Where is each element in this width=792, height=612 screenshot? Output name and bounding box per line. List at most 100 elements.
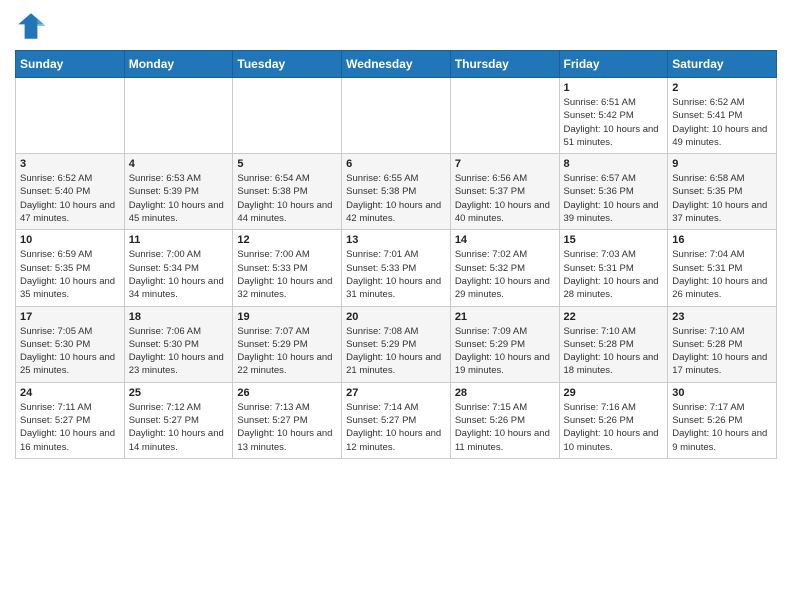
calendar-cell: 25Sunrise: 7:12 AMSunset: 5:27 PMDayligh… (124, 382, 233, 458)
day-info: Sunrise: 7:11 AMSunset: 5:27 PMDaylight:… (20, 401, 120, 454)
day-info: Sunrise: 7:05 AMSunset: 5:30 PMDaylight:… (20, 325, 120, 378)
day-number: 7 (455, 158, 555, 170)
calendar-table: SundayMondayTuesdayWednesdayThursdayFrid… (15, 50, 777, 459)
calendar-cell (16, 78, 125, 154)
calendar-cell: 26 Sunrise: 7:13 AMSunset: 5:27 PMDayligh… (233, 382, 342, 458)
day-info: Sunrise: 7:10 AMSunset: 5:28 PMDaylight:… (672, 325, 772, 378)
day-info: Sunrise: 6:52 AMSunset: 5:40 PMDaylight:… (20, 172, 120, 225)
calendar-cell: 8 Sunrise: 6:57 AMSunset: 5:36 PMDaylight… (559, 154, 668, 230)
calendar-cell: 16Sunrise: 7:04 AMSunset: 5:31 PMDayligh… (668, 230, 777, 306)
calendar-cell: 12 Sunrise: 7:00 AMSunset: 5:33 PMDayligh… (233, 230, 342, 306)
calendar-cell (342, 78, 451, 154)
day-number: 17 (20, 311, 120, 323)
day-number: 13 (346, 234, 446, 246)
calendar-cell: 2 Sunrise: 6:52 AMSunset: 5:41 PMDaylight… (668, 78, 777, 154)
day-number: 24 (20, 387, 120, 399)
day-info: Sunrise: 7:17 AMSunset: 5:26 PMDaylight:… (672, 401, 772, 454)
calendar-cell: 14 Sunrise: 7:02 AMSunset: 5:32 PMDayligh… (450, 230, 559, 306)
calendar-cell: 11 Sunrise: 7:00 AMSunset: 5:34 PMDayligh… (124, 230, 233, 306)
day-info: Sunrise: 6:54 AMSunset: 5:38 PMDaylight:… (237, 172, 337, 225)
day-number: 22 (564, 311, 664, 323)
day-number: 2 (672, 82, 772, 94)
day-number: 21 (455, 311, 555, 323)
day-number: 14 (455, 234, 555, 246)
day-number: 20 (346, 311, 446, 323)
header (15, 10, 777, 42)
weekday-header: Tuesday (233, 51, 342, 78)
day-info: Sunrise: 7:00 AMSunset: 5:33 PMDaylight:… (237, 248, 337, 301)
day-info: Sunrise: 7:15 AMSunset: 5:26 PMDaylight:… (455, 401, 555, 454)
day-number: 12 (237, 234, 337, 246)
calendar-cell: 7 Sunrise: 6:56 AMSunset: 5:37 PMDaylight… (450, 154, 559, 230)
day-info: Sunrise: 7:03 AMSunset: 5:31 PMDaylight:… (564, 248, 664, 301)
calendar-cell: 18Sunrise: 7:06 AMSunset: 5:30 PMDayligh… (124, 306, 233, 382)
logo-icon (15, 10, 47, 42)
calendar-cell: 3 Sunrise: 6:52 AMSunset: 5:40 PMDaylight… (16, 154, 125, 230)
calendar-header-row: SundayMondayTuesdayWednesdayThursdayFrid… (16, 51, 777, 78)
day-info: Sunrise: 7:04 AMSunset: 5:31 PMDaylight:… (672, 248, 772, 301)
day-number: 5 (237, 158, 337, 170)
weekday-header: Monday (124, 51, 233, 78)
day-number: 27 (346, 387, 446, 399)
day-number: 18 (129, 311, 229, 323)
day-number: 11 (129, 234, 229, 246)
calendar-cell: 28 Sunrise: 7:15 AMSunset: 5:26 PMDayligh… (450, 382, 559, 458)
day-info: Sunrise: 7:13 AMSunset: 5:27 PMDaylight:… (237, 401, 337, 454)
day-number: 6 (346, 158, 446, 170)
calendar-cell: 22 Sunrise: 7:10 AMSunset: 5:28 PMDayligh… (559, 306, 668, 382)
day-number: 28 (455, 387, 555, 399)
calendar-cell: 27 Sunrise: 7:14 AMSunset: 5:27 PMDayligh… (342, 382, 451, 458)
calendar-week-row: 1 Sunrise: 6:51 AMSunset: 5:42 PMDaylight… (16, 78, 777, 154)
day-number: 19 (237, 311, 337, 323)
day-info: Sunrise: 7:14 AMSunset: 5:27 PMDaylight:… (346, 401, 446, 454)
calendar-cell: 17 Sunrise: 7:05 AMSunset: 5:30 PMDayligh… (16, 306, 125, 382)
day-info: Sunrise: 7:10 AMSunset: 5:28 PMDaylight:… (564, 325, 664, 378)
day-info: Sunrise: 6:56 AMSunset: 5:37 PMDaylight:… (455, 172, 555, 225)
calendar-cell: 4Sunrise: 6:53 AMSunset: 5:39 PMDaylight… (124, 154, 233, 230)
day-number: 26 (237, 387, 337, 399)
day-info: Sunrise: 7:09 AMSunset: 5:29 PMDaylight:… (455, 325, 555, 378)
calendar-cell: 6 Sunrise: 6:55 AMSunset: 5:38 PMDaylight… (342, 154, 451, 230)
calendar-cell: 10Sunrise: 6:59 AMSunset: 5:35 PMDayligh… (16, 230, 125, 306)
calendar-cell (450, 78, 559, 154)
day-number: 9 (672, 158, 772, 170)
day-info: Sunrise: 6:53 AMSunset: 5:39 PMDaylight:… (129, 172, 229, 225)
day-number: 1 (564, 82, 664, 94)
day-info: Sunrise: 7:08 AMSunset: 5:29 PMDaylight:… (346, 325, 446, 378)
day-info: Sunrise: 7:02 AMSunset: 5:32 PMDaylight:… (455, 248, 555, 301)
calendar-week-row: 10Sunrise: 6:59 AMSunset: 5:35 PMDayligh… (16, 230, 777, 306)
day-info: Sunrise: 7:16 AMSunset: 5:26 PMDaylight:… (564, 401, 664, 454)
weekday-header: Friday (559, 51, 668, 78)
day-number: 30 (672, 387, 772, 399)
calendar-cell (124, 78, 233, 154)
day-number: 3 (20, 158, 120, 170)
weekday-header: Sunday (16, 51, 125, 78)
calendar-cell: 21 Sunrise: 7:09 AMSunset: 5:29 PMDayligh… (450, 306, 559, 382)
day-info: Sunrise: 7:07 AMSunset: 5:29 PMDaylight:… (237, 325, 337, 378)
calendar-cell: 5 Sunrise: 6:54 AMSunset: 5:38 PMDaylight… (233, 154, 342, 230)
day-number: 10 (20, 234, 120, 246)
weekday-header: Wednesday (342, 51, 451, 78)
page: SundayMondayTuesdayWednesdayThursdayFrid… (0, 0, 792, 469)
day-number: 25 (129, 387, 229, 399)
day-info: Sunrise: 7:00 AMSunset: 5:34 PMDaylight:… (129, 248, 229, 301)
day-number: 29 (564, 387, 664, 399)
day-number: 23 (672, 311, 772, 323)
calendar-cell: 20 Sunrise: 7:08 AMSunset: 5:29 PMDayligh… (342, 306, 451, 382)
day-number: 15 (564, 234, 664, 246)
calendar-cell: 19 Sunrise: 7:07 AMSunset: 5:29 PMDayligh… (233, 306, 342, 382)
day-info: Sunrise: 6:57 AMSunset: 5:36 PMDaylight:… (564, 172, 664, 225)
calendar-cell: 29 Sunrise: 7:16 AMSunset: 5:26 PMDayligh… (559, 382, 668, 458)
day-info: Sunrise: 6:51 AMSunset: 5:42 PMDaylight:… (564, 96, 664, 149)
calendar-cell: 1 Sunrise: 6:51 AMSunset: 5:42 PMDaylight… (559, 78, 668, 154)
calendar-week-row: 24 Sunrise: 7:11 AMSunset: 5:27 PMDayligh… (16, 382, 777, 458)
calendar-cell: 15 Sunrise: 7:03 AMSunset: 5:31 PMDayligh… (559, 230, 668, 306)
day-info: Sunrise: 6:55 AMSunset: 5:38 PMDaylight:… (346, 172, 446, 225)
weekday-header: Thursday (450, 51, 559, 78)
calendar-cell (233, 78, 342, 154)
day-info: Sunrise: 6:52 AMSunset: 5:41 PMDaylight:… (672, 96, 772, 149)
day-number: 8 (564, 158, 664, 170)
calendar-cell: 9 Sunrise: 6:58 AMSunset: 5:35 PMDaylight… (668, 154, 777, 230)
day-info: Sunrise: 6:58 AMSunset: 5:35 PMDaylight:… (672, 172, 772, 225)
calendar-week-row: 3 Sunrise: 6:52 AMSunset: 5:40 PMDaylight… (16, 154, 777, 230)
